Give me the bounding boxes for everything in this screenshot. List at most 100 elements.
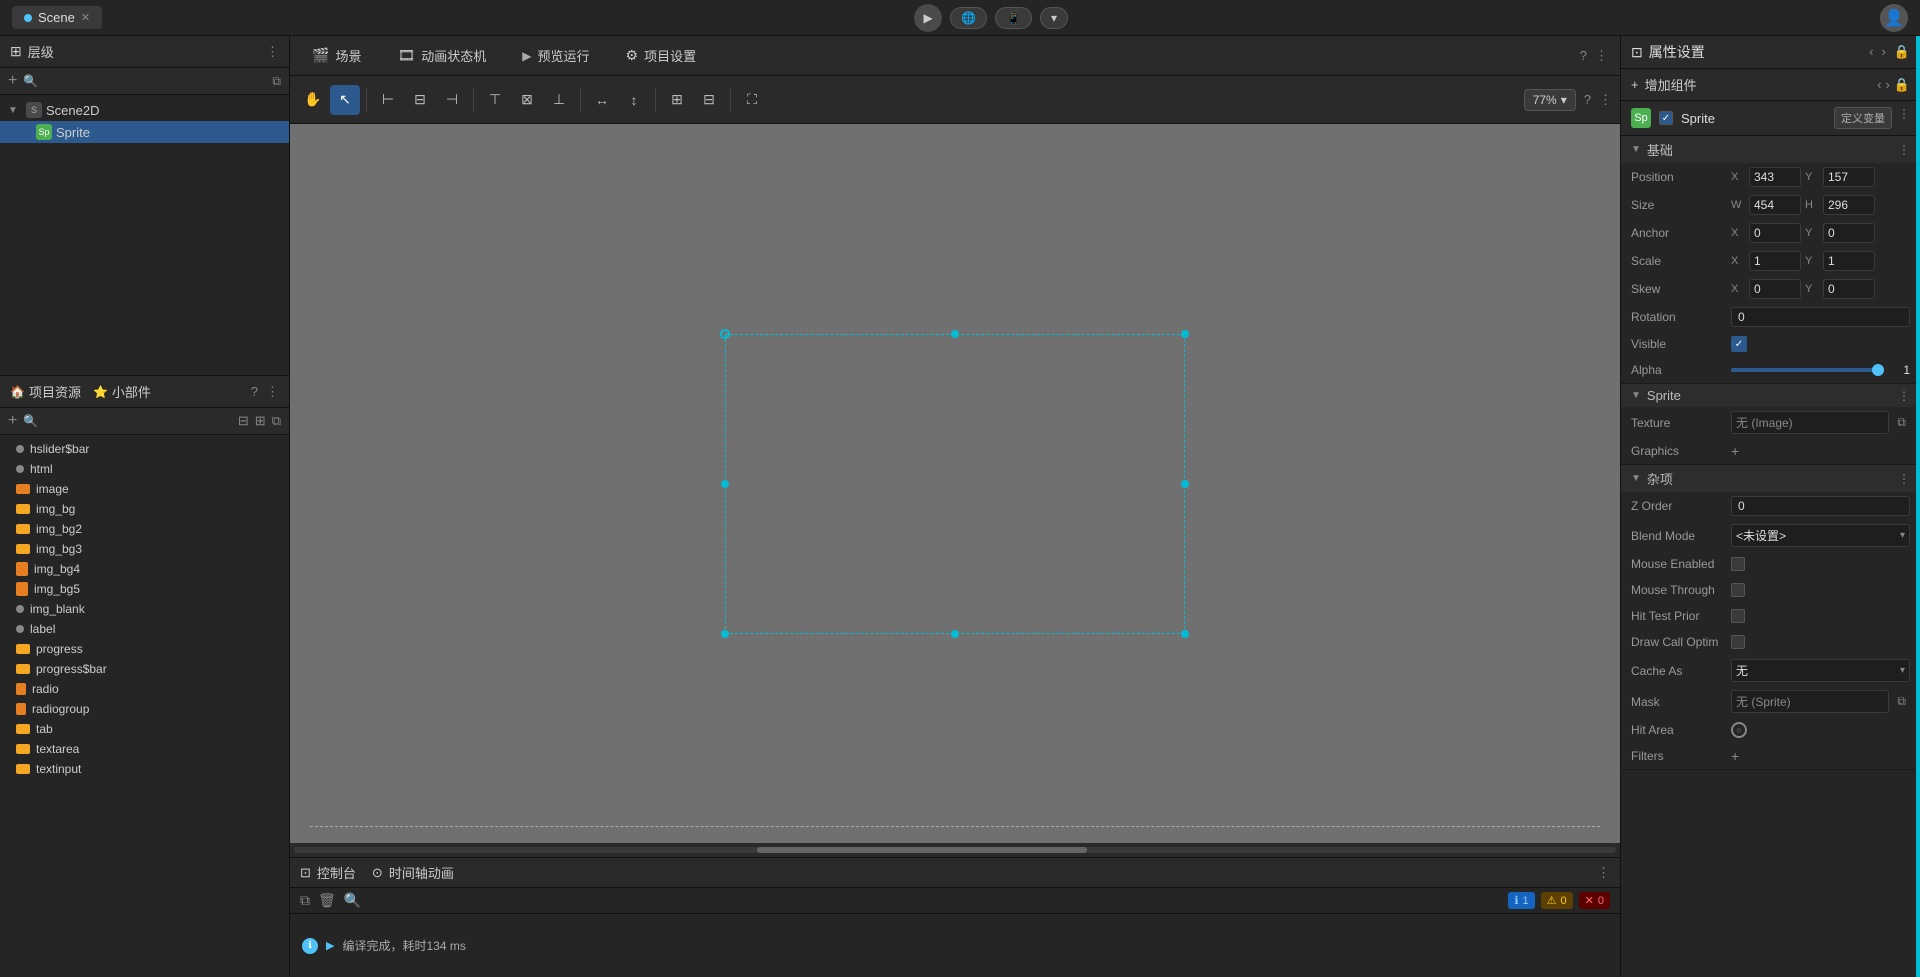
tree-item-scene2d[interactable]: ▼ S Scene2D <box>0 99 289 121</box>
mouse-enabled-checkbox[interactable] <box>1731 557 1745 571</box>
section-misc-header[interactable]: ▼ 杂项 ⋮ <box>1621 465 1920 492</box>
hierarchy-add-icon[interactable]: + <box>8 72 17 90</box>
tool-hand[interactable]: ✋ <box>298 85 328 115</box>
tool-align-center[interactable]: ⊟ <box>405 85 435 115</box>
asset-item-img-bg[interactable]: img_bg <box>0 499 289 519</box>
asset-item-img-bg5[interactable]: img_bg5 <box>0 579 289 599</box>
rotation-input[interactable] <box>1731 307 1910 327</box>
alpha-slider[interactable] <box>1731 368 1884 372</box>
top-menu-icon[interactable]: ⋮ <box>1595 48 1608 64</box>
copy-log-icon[interactable]: ⧉ <box>300 892 310 909</box>
tab-project-settings[interactable]: ⚙ 项目设置 <box>616 40 707 71</box>
tool-align-right-edge[interactable]: ⊣ <box>437 85 467 115</box>
cache-as-select[interactable]: 无 ▾ <box>1731 659 1910 682</box>
tab-console[interactable]: ⊡ 控制台 <box>300 863 356 882</box>
visible-checkbox[interactable]: ✓ <box>1731 336 1747 352</box>
scene-tab-close[interactable]: ✕ <box>81 11 90 24</box>
assets-search-input[interactable] <box>44 414 232 428</box>
sprite-visible-checkbox[interactable]: ✓ <box>1659 111 1673 125</box>
mask-open-icon[interactable]: ⧉ <box>1893 694 1910 709</box>
canvas-menu-icon[interactable]: ⋮ <box>1599 92 1612 108</box>
more-button[interactable]: ▾ <box>1040 7 1068 29</box>
assets-menu-icon[interactable]: ⋮ <box>266 384 279 400</box>
tool-fit-v[interactable]: ↕ <box>619 85 649 115</box>
asset-item-html[interactable]: html <box>0 459 289 479</box>
props-lock-icon[interactable]: 🔒 <box>1894 44 1910 60</box>
handle-top-left[interactable] <box>720 329 730 339</box>
top-help-icon[interactable]: ? <box>1580 48 1587 63</box>
canvas-hscrollbar[interactable] <box>290 843 1620 857</box>
globe-button[interactable]: 🌐 <box>950 7 987 29</box>
clear-log-icon[interactable]: 🗑 <box>318 892 336 909</box>
scale-y-input[interactable] <box>1823 251 1875 271</box>
asset-item-radio[interactable]: radio <box>0 679 289 699</box>
graphics-add-btn[interactable]: + <box>1731 443 1739 459</box>
anchor-x-input[interactable] <box>1749 223 1801 243</box>
asset-item-label[interactable]: label <box>0 619 289 639</box>
position-x-input[interactable] <box>1749 167 1801 187</box>
asset-item-progress[interactable]: progress <box>0 639 289 659</box>
hscrollbar-thumb[interactable] <box>757 847 1088 853</box>
blendmode-select[interactable]: <未设置> ▾ <box>1731 524 1910 547</box>
tool-align-top[interactable]: ⊤ <box>480 85 510 115</box>
alpha-slider-thumb[interactable] <box>1872 364 1884 376</box>
size-h-input[interactable] <box>1823 195 1875 215</box>
hierarchy-search-input[interactable] <box>44 74 266 88</box>
canvas-help-icon[interactable]: ? <box>1584 92 1591 107</box>
mobile-button[interactable]: 📱 <box>995 7 1032 29</box>
handle-mid-left[interactable] <box>721 480 729 488</box>
draw-call-checkbox[interactable] <box>1731 635 1745 649</box>
hierarchy-menu-icon[interactable]: ⋮ <box>266 44 279 60</box>
tool-align-left-edge[interactable]: ⊢ <box>373 85 403 115</box>
size-w-input[interactable] <box>1749 195 1801 215</box>
asset-item-hsliderbar[interactable]: hslider$bar <box>0 439 289 459</box>
asset-item-tab[interactable]: tab <box>0 719 289 739</box>
section-basic-menu[interactable]: ⋮ <box>1898 143 1910 157</box>
add-component-button[interactable]: + 增加组件 <box>1631 75 1697 94</box>
mouse-through-checkbox[interactable] <box>1731 583 1745 597</box>
nav-prev-icon[interactable]: ‹ <box>1877 77 1881 93</box>
hierarchy-copy-icon[interactable]: ⧉ <box>272 74 281 89</box>
nav-next-icon[interactable]: › <box>1885 77 1889 93</box>
tab-widget-assets[interactable]: ⭐ 小部件 <box>93 382 151 401</box>
section-sprite-menu[interactable]: ⋮ <box>1898 389 1910 403</box>
filters-add-btn[interactable]: + <box>1731 748 1739 764</box>
asset-item-radiogroup[interactable]: radiogroup <box>0 699 289 719</box>
handle-bot-right[interactable] <box>1181 630 1189 638</box>
anchor-y-input[interactable] <box>1823 223 1875 243</box>
sprite-canvas-rect[interactable] <box>725 334 1185 634</box>
tab-animation-state[interactable]: 🎞 动画状态机 <box>387 40 496 71</box>
asset-item-textinput[interactable]: textinput <box>0 759 289 779</box>
handle-bot-left[interactable] <box>721 630 729 638</box>
tool-fit-h[interactable]: ↔ <box>587 85 617 115</box>
custom-var-button[interactable]: 定义变量 <box>1834 107 1892 129</box>
tree-item-sprite[interactable]: Sp Sprite <box>0 121 289 143</box>
tab-animation-timeline[interactable]: ⊙ 时间轴动画 <box>372 863 454 882</box>
tool-fullscreen[interactable]: ⛶ <box>737 85 767 115</box>
handle-bot-center[interactable] <box>951 630 959 638</box>
assets-help-icon[interactable]: ? <box>251 384 258 400</box>
play-button[interactable]: ▶ <box>914 4 942 32</box>
asset-item-img-bg2[interactable]: img_bg2 <box>0 519 289 539</box>
section-sprite-header[interactable]: ▼ Sprite ⋮ <box>1621 384 1920 407</box>
props-expand-icon[interactable]: › <box>1881 44 1885 60</box>
hit-test-prior-checkbox[interactable] <box>1731 609 1745 623</box>
canvas-area[interactable] <box>290 124 1620 843</box>
hit-area-icon[interactable]: ○ <box>1731 722 1747 738</box>
tool-align-middle[interactable]: ⊠ <box>512 85 542 115</box>
asset-item-img-bg3[interactable]: img_bg3 <box>0 539 289 559</box>
section-basic-header[interactable]: ▼ 基础 ⋮ <box>1621 136 1920 163</box>
skew-x-input[interactable] <box>1749 279 1801 299</box>
texture-select[interactable]: 无 (Image) <box>1731 411 1889 434</box>
handle-top-right[interactable] <box>1181 330 1189 338</box>
tool-grid2[interactable]: ⊟ <box>694 85 724 115</box>
section-misc-menu[interactable]: ⋮ <box>1898 472 1910 486</box>
scene-tab[interactable]: Scene ✕ <box>12 6 102 29</box>
asset-item-progressbar[interactable]: progress$bar <box>0 659 289 679</box>
props-collapse-icon[interactable]: ‹ <box>1869 44 1873 60</box>
asset-item-img-blank[interactable]: img_blank <box>0 599 289 619</box>
texture-open-icon[interactable]: ⧉ <box>1893 415 1910 430</box>
mask-select[interactable]: 无 (Sprite) <box>1731 690 1889 713</box>
asset-item-image[interactable]: image <box>0 479 289 499</box>
assets-add-icon[interactable]: + <box>8 412 17 430</box>
